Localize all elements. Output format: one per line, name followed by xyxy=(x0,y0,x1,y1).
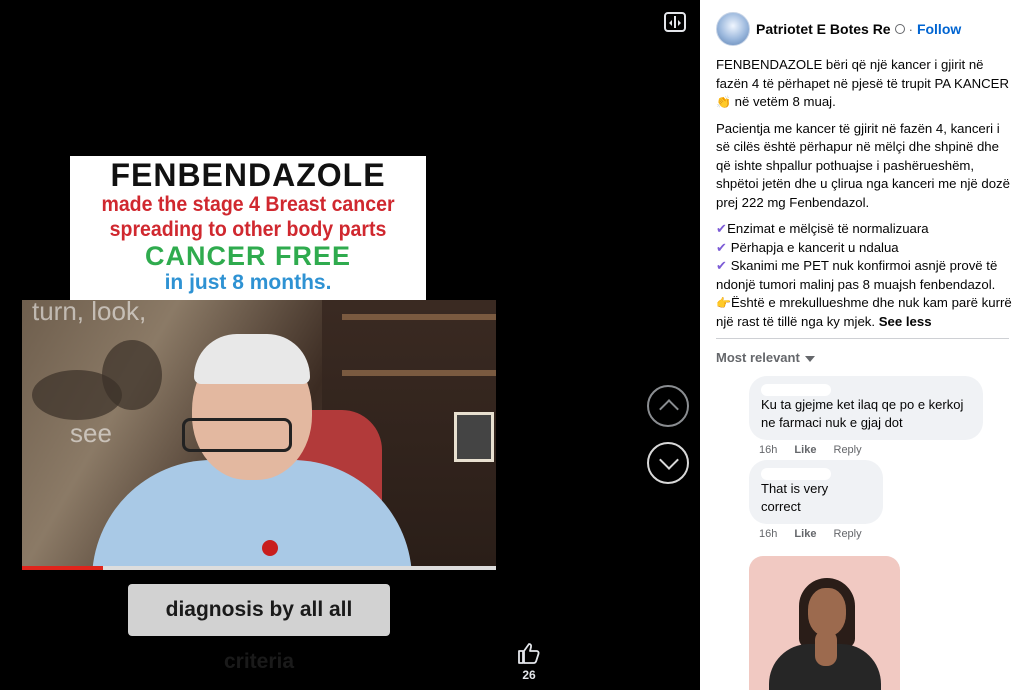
speaker-hair xyxy=(194,334,310,384)
sponsored-image[interactable] xyxy=(749,556,900,690)
like-button[interactable]: 26 xyxy=(512,642,546,682)
headline-line-2: made the stage 4 Breast cancer xyxy=(101,193,395,216)
video-progress-bar[interactable] xyxy=(22,566,496,570)
check-icon: ✔ xyxy=(716,221,728,236)
chevron-down-icon[interactable] xyxy=(647,442,689,484)
ad-person-face xyxy=(808,588,846,636)
check-icon: ✔ xyxy=(716,258,728,273)
divider xyxy=(716,338,1009,339)
comment-bubble: Ku ta gjejme ket ilaq qe po e kerkoj ne … xyxy=(749,376,983,440)
chevron-up-icon[interactable] xyxy=(647,385,689,427)
globe-icon xyxy=(894,24,905,34)
post-header: Patriotet E Botes Re · Follow xyxy=(716,11,961,47)
see-less-link[interactable]: See less xyxy=(879,314,932,329)
comment-item: Ku ta gjejme ket ilaq qe po e kerkoj ne … xyxy=(749,376,983,456)
like-count: 26 xyxy=(522,668,536,682)
checklist-item: 👉Është e mrekullueshme dhe nuk kam parë … xyxy=(716,294,1016,331)
comment-text: Ku ta gjejme ket ilaq qe po e kerkoj ne … xyxy=(761,397,964,430)
check-icon: ✔ xyxy=(716,239,728,255)
comment-author-redacted xyxy=(761,384,831,396)
pointing-hand-icon: 👉 xyxy=(716,296,731,310)
background-sheep xyxy=(102,340,162,410)
checklist-item: ✔ Përhapja e kancerit u ndalua xyxy=(716,239,1016,258)
speaker-glasses xyxy=(182,418,292,452)
checklist-text: Përhapja e kancerit u ndalua xyxy=(730,239,899,255)
checklist-item: ✔ Skanimi me PET nuk konfirmoi asnjë pro… xyxy=(716,257,1016,294)
headline-line-4: CANCER FREE xyxy=(144,241,351,271)
checklist-item: ✔Enzimat e mëlçisë të normalizuara xyxy=(716,220,1016,239)
comment-like-button[interactable]: Like xyxy=(794,444,816,456)
headline-title: FENBENDAZOLE xyxy=(110,157,386,193)
headline-line-3: spreading to other body parts xyxy=(109,218,387,241)
checklist-text: Enzimat e mëlçisë të normalizuara xyxy=(727,221,929,236)
checklist-text: Skanimi me PET nuk konfirmoi asnjë provë… xyxy=(716,258,998,292)
post-paragraph-text: në vetëm 8 muaj. xyxy=(734,94,836,109)
comment-bubble: That is very correct xyxy=(749,460,883,524)
follow-button[interactable]: Follow xyxy=(917,21,961,37)
comment-meta: 16h Like Reply xyxy=(759,444,983,456)
clap-icon: 👏 xyxy=(716,95,731,109)
headline-line-5: in just 8 months. xyxy=(164,271,332,294)
video-frame[interactable]: turn, look, see xyxy=(22,300,496,568)
background-shelf xyxy=(342,314,496,320)
video-progress-fill xyxy=(22,566,103,570)
video-caption: diagnosis by all all criteria xyxy=(128,584,390,673)
comment-item: That is very correct 16h Like Reply xyxy=(749,460,883,540)
page-name[interactable]: Patriotet E Botes Re xyxy=(756,21,891,37)
separator: · xyxy=(908,21,913,37)
picture-frame xyxy=(454,412,494,462)
comment-like-button[interactable]: Like xyxy=(794,528,816,540)
expand-icon[interactable] xyxy=(664,12,686,32)
avatar[interactable] xyxy=(716,12,750,46)
checklist-text: Është e mrekullueshme dhe nuk kam parë k… xyxy=(716,295,1012,329)
comment-time: 16h xyxy=(759,444,778,456)
facebook-post-viewer: FENBENDAZOLE made the stage 4 Breast can… xyxy=(0,0,1024,690)
video-overlay-text: turn, look, xyxy=(32,300,147,326)
sort-label: Most relevant xyxy=(716,350,800,365)
thumbs-up-icon xyxy=(518,643,540,664)
caret-down-icon xyxy=(804,355,815,362)
post-paragraph-text: FENBENDAZOLE bëri që një kancer i gjirit… xyxy=(716,57,1009,91)
video-headline-banner: FENBENDAZOLE made the stage 4 Breast can… xyxy=(70,156,426,300)
comment-meta: 16h Like Reply xyxy=(759,528,883,540)
post-paragraph: Pacientja me kancer të gjirit në fazën 4… xyxy=(716,120,1010,210)
post-paragraph: FENBENDAZOLE bëri që një kancer i gjirit… xyxy=(716,56,1016,112)
post-body: FENBENDAZOLE bëri që një kancer i gjirit… xyxy=(716,56,1016,331)
media-viewer: FENBENDAZOLE made the stage 4 Breast can… xyxy=(0,0,700,690)
ad-person-hands xyxy=(815,630,837,666)
comment-reply-button[interactable]: Reply xyxy=(834,444,862,456)
comment-text: That is very correct xyxy=(761,481,829,514)
comment-sort-dropdown[interactable]: Most relevant xyxy=(716,350,815,365)
comment-author-redacted xyxy=(761,468,831,480)
poppy-pin xyxy=(262,540,278,556)
background-shelf xyxy=(342,370,496,376)
video-overlay-text: see xyxy=(70,418,112,448)
comment-time: 16h xyxy=(759,528,778,540)
comment-reply-button[interactable]: Reply xyxy=(834,528,862,540)
